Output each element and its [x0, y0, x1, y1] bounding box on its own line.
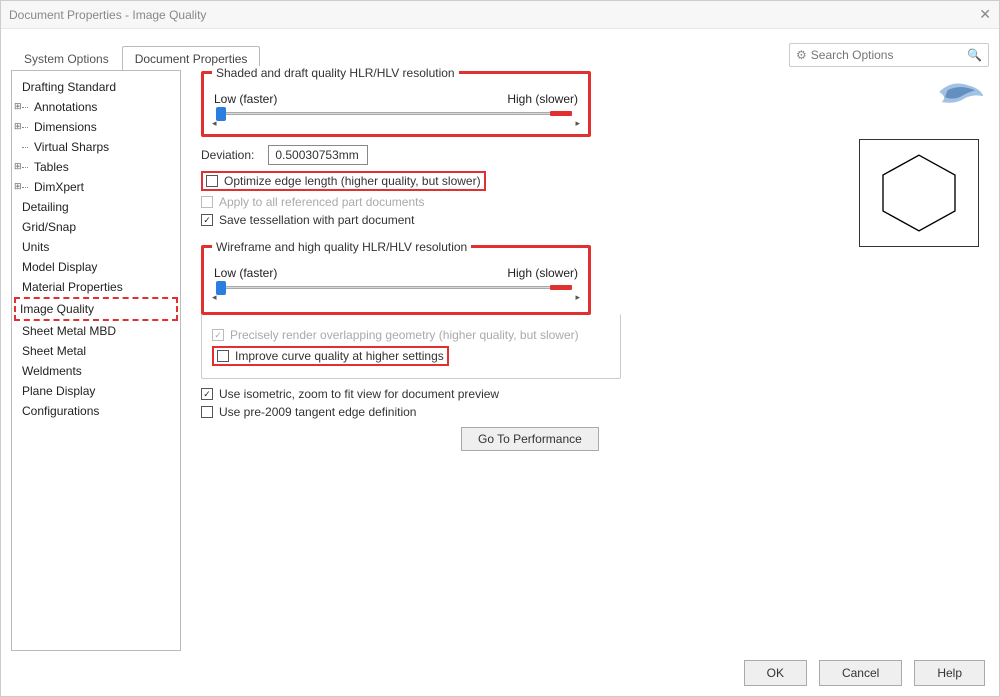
slider2-ticks [214, 296, 578, 304]
tree-grid-snap[interactable]: Grid/Snap [16, 217, 176, 237]
tree-plane-display[interactable]: Plane Display [16, 381, 176, 401]
precise-render-label: Precisely render overlapping geometry (h… [230, 328, 579, 342]
shaded-quality-group: Shaded and draft quality HLR/HLV resolut… [201, 71, 591, 137]
slider2-high-label: High (slower) [507, 266, 578, 280]
improve-curve-highlight: Improve curve quality at higher settings [212, 346, 449, 366]
use-isometric-checkbox[interactable] [201, 388, 213, 400]
save-tessellation-label: Save tessellation with part document [219, 213, 414, 227]
tab-row: System Options Document Properties ⚙ 🔍 [1, 29, 999, 71]
tree-drafting-standard[interactable]: Drafting Standard [16, 77, 176, 97]
close-icon[interactable]: ✕ [979, 6, 991, 23]
save-tessellation-checkbox[interactable] [201, 214, 213, 226]
apply-all-label: Apply to all referenced part documents [219, 195, 424, 209]
slider-high-label: High (slower) [507, 92, 578, 106]
wireframe-quality-group: Wireframe and high quality HLR/HLV resol… [201, 245, 591, 315]
slider2-low-label: Low (faster) [214, 266, 277, 280]
go-to-performance-button[interactable]: Go To Performance [461, 427, 599, 451]
tree-detailing[interactable]: Detailing [16, 197, 176, 217]
tab-system-options[interactable]: System Options [11, 46, 122, 71]
slider-ticks [214, 122, 578, 130]
search-icon[interactable]: 🔍 [967, 48, 982, 62]
tree-tables[interactable]: Tables [16, 157, 176, 177]
dialog-buttons: OK Cancel Help [744, 660, 985, 686]
wireframe-quality-title: Wireframe and high quality HLR/HLV resol… [212, 240, 471, 254]
optimize-edge-checkbox[interactable] [206, 175, 218, 187]
options-tree: Drafting Standard Annotations Dimensions… [11, 70, 181, 651]
search-box[interactable]: ⚙ 🔍 [789, 43, 989, 67]
shaded-quality-title: Shaded and draft quality HLR/HLV resolut… [212, 66, 459, 80]
title-bar: Document Properties - Image Quality ✕ [1, 1, 999, 29]
shaded-quality-slider[interactable] [214, 108, 578, 122]
improve-curve-label: Improve curve quality at higher settings [235, 349, 444, 363]
precise-render-checkbox [212, 329, 224, 341]
search-input[interactable] [811, 48, 967, 62]
tree-weldments[interactable]: Weldments [16, 361, 176, 381]
settings-panel: Shaded and draft quality HLR/HLV resolut… [181, 71, 989, 651]
help-button[interactable]: Help [914, 660, 985, 686]
tree-dimxpert[interactable]: DimXpert [16, 177, 176, 197]
tree-image-quality[interactable]: Image Quality [14, 297, 178, 321]
ok-button[interactable]: OK [744, 660, 807, 686]
tree-annotations[interactable]: Annotations [16, 97, 176, 117]
optimize-edge-highlight: Optimize edge length (higher quality, bu… [201, 171, 486, 191]
use-isometric-label: Use isometric, zoom to fit view for docu… [219, 387, 499, 401]
tree-units[interactable]: Units [16, 237, 176, 257]
tree-model-display[interactable]: Model Display [16, 257, 176, 277]
cancel-button[interactable]: Cancel [819, 660, 902, 686]
wireframe-options: Precisely render overlapping geometry (h… [201, 314, 621, 379]
deviation-label: Deviation: [201, 148, 254, 162]
pre2009-checkbox[interactable] [201, 406, 213, 418]
improve-curve-checkbox[interactable] [217, 350, 229, 362]
deviation-input[interactable]: 0.50030753mm [268, 145, 368, 165]
tree-configurations[interactable]: Configurations [16, 401, 176, 421]
slider-low-label: Low (faster) [214, 92, 277, 106]
tree-sheet-metal-mbd[interactable]: Sheet Metal MBD [16, 321, 176, 341]
preview-box [859, 139, 979, 247]
tree-material-properties[interactable]: Material Properties [16, 277, 176, 297]
optimize-edge-label: Optimize edge length (higher quality, bu… [224, 174, 481, 188]
pre2009-label: Use pre-2009 tangent edge definition [219, 405, 416, 419]
gear-icon: ⚙ [796, 48, 807, 62]
apply-all-checkbox [201, 196, 213, 208]
window-title: Document Properties - Image Quality [9, 8, 206, 22]
tree-virtual-sharps[interactable]: Virtual Sharps [16, 137, 176, 157]
tree-dimensions[interactable]: Dimensions [16, 117, 176, 137]
wireframe-quality-slider[interactable] [214, 282, 578, 296]
tree-sheet-metal[interactable]: Sheet Metal [16, 341, 176, 361]
